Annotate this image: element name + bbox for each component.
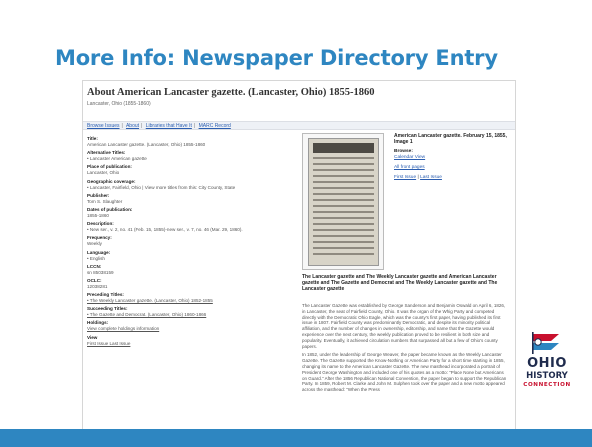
field-alt-titles: Alternative Titles: • Lancaster American … bbox=[87, 150, 147, 162]
field-geo: Geographic coverage: • Lancaster, Fairfie… bbox=[87, 178, 236, 190]
nav-about[interactable]: About bbox=[126, 123, 139, 129]
issue-divider: | bbox=[417, 175, 419, 180]
footer-bar bbox=[0, 429, 592, 447]
entry-nav: Browse Issues | About | Libraries that Hav… bbox=[83, 121, 515, 130]
newspaper-page-image bbox=[308, 138, 379, 266]
field-succeeding: Succeeding Titles: • The Gazette and Demo… bbox=[87, 306, 207, 318]
essay-paragraph: In 1852, under the leadership of George … bbox=[302, 352, 507, 393]
field-title: Title: American Lancaster gazette. (Lanca… bbox=[87, 136, 206, 147]
field-dates: Dates of publication: 1855-1860 bbox=[87, 206, 133, 218]
last-issue-link[interactable]: Last Issue bbox=[420, 175, 442, 180]
essay-body: The Lancaster Gazette was established by… bbox=[302, 303, 507, 396]
metadata-fields: Title: American Lancaster gazette. (Lanca… bbox=[87, 136, 287, 349]
flag-icon bbox=[532, 332, 559, 354]
entry-title: About American Lancaster gazette. (Lanca… bbox=[87, 87, 375, 98]
image-title: American Lancaster gazette. February 15,… bbox=[394, 133, 507, 145]
logo-text-history: HISTORY bbox=[526, 371, 568, 381]
all-front-pages-link[interactable]: All front pages bbox=[394, 165, 509, 171]
field-place: Place of publication: Lancaster, Ohio bbox=[87, 164, 132, 176]
field-publisher: Publisher: Tom S. Slaughter bbox=[87, 192, 123, 204]
calendar-view-link[interactable]: Calendar View bbox=[394, 155, 509, 161]
field-holdings: Holdings: View complete holdings informat… bbox=[87, 320, 160, 332]
first-issue-link[interactable]: First Issue bbox=[394, 175, 416, 180]
field-frequency: Frequency: Weekly bbox=[87, 235, 112, 247]
directory-entry-screenshot: About American Lancaster gazette. (Lanca… bbox=[82, 80, 516, 432]
essay-title: The Lancaster gazette and The Weekly Lan… bbox=[302, 274, 498, 292]
field-view: View First Issue Last Issue bbox=[87, 334, 131, 346]
nav-browse-issues[interactable]: Browse Issues bbox=[87, 123, 120, 129]
field-oclc: OCLC: 12038281 bbox=[87, 277, 108, 289]
field-preceding: Preceding Titles: • The Weekly Lancaster … bbox=[87, 292, 213, 304]
image-sidebar: American Lancaster gazette. February 15,… bbox=[394, 133, 509, 181]
newspaper-thumbnail[interactable] bbox=[302, 133, 384, 270]
logo-text-connection: CONNECTION bbox=[523, 382, 571, 388]
nav-libraries[interactable]: Libraries that Have It bbox=[146, 123, 192, 129]
field-language: Language: • English bbox=[87, 249, 111, 261]
slide-title: More Info: Newspaper Directory Entry bbox=[55, 46, 498, 70]
field-lccn: LCCN: sn 85038159 bbox=[87, 263, 114, 275]
logo-text-ohio: OHIO bbox=[527, 356, 567, 371]
nav-marc-record[interactable]: MARC Record bbox=[199, 123, 231, 129]
ohio-history-connection-logo: OHIO HISTORY CONNECTION bbox=[519, 330, 575, 405]
essay-paragraph: The Lancaster Gazette was established by… bbox=[302, 303, 506, 349]
field-description: Description: • New ser., v. 2, no. 41 (Fe… bbox=[87, 221, 243, 233]
entry-subtitle: Lancaster, Ohio (1855-1860) bbox=[87, 101, 151, 107]
